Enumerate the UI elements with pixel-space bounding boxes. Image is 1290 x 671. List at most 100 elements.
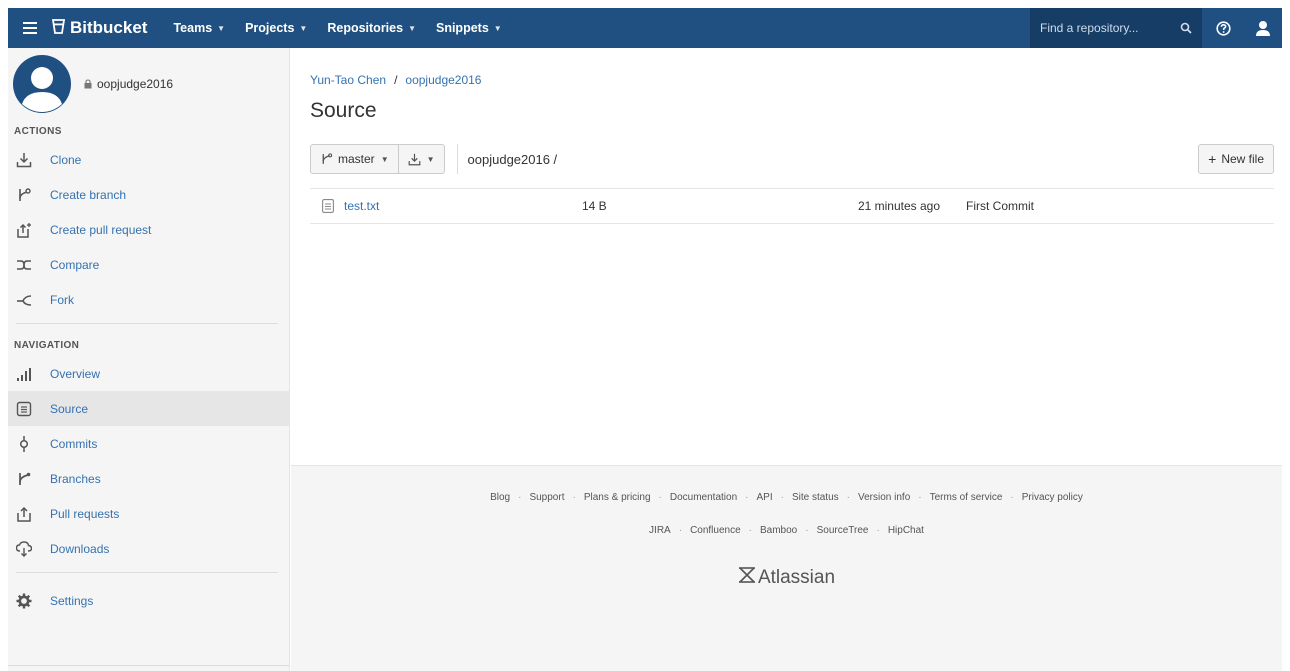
footer-link-api[interactable]: API xyxy=(756,492,772,503)
download-button[interactable]: ▼ xyxy=(398,144,445,174)
file-modified-date: 21 minutes ago xyxy=(857,199,940,213)
repo-header: oopjudge2016 xyxy=(8,48,289,120)
actions-heading: ACTIONS xyxy=(14,125,62,137)
footer-separator: · xyxy=(745,492,749,503)
footer-link-jira[interactable]: JIRA xyxy=(649,525,671,536)
breadcrumb-owner-link[interactable]: Yun-Tao Chen xyxy=(310,73,386,87)
footer-link-sourcetree[interactable]: SourceTree xyxy=(817,525,869,536)
commits-icon xyxy=(14,434,34,454)
branch-selector-button[interactable]: master ▼ xyxy=(310,144,399,174)
file-name-link[interactable]: test.txt xyxy=(344,199,379,213)
footer-link-bamboo[interactable]: Bamboo xyxy=(760,525,797,536)
footer-product-links: JIRA · Confluence · Bamboo · SourceTree · Hi… xyxy=(291,525,1282,536)
clone-icon xyxy=(14,150,34,170)
sidebar-item-label: Pull requests xyxy=(50,506,120,521)
footer-separator: · xyxy=(918,492,922,503)
sidebar-item-overview[interactable]: Overview xyxy=(8,356,289,391)
repo-avatar[interactable] xyxy=(12,54,72,114)
search-icon[interactable] xyxy=(1180,22,1192,34)
pull-request-icon xyxy=(14,220,34,240)
sidebar-item-clone[interactable]: Clone xyxy=(8,142,289,177)
branch-download-group: master ▼ ▼ xyxy=(310,144,445,174)
sidebar-item-settings[interactable]: Settings xyxy=(8,583,289,618)
source-icon xyxy=(14,399,34,419)
table-row: test.txt 14 B 21 minutes ago First Commi… xyxy=(310,189,1274,223)
footer-separator: · xyxy=(658,492,662,503)
footer-link-plans-pricing[interactable]: Plans & pricing xyxy=(584,492,651,503)
branch-icon xyxy=(322,153,333,164)
footer-link-version-info[interactable]: Version info xyxy=(858,492,910,503)
sidebar-item-branches[interactable]: Branches xyxy=(8,461,289,496)
footer-link-blog[interactable]: Blog xyxy=(490,492,510,503)
gear-icon xyxy=(14,591,34,611)
logo-text: Bitbucket xyxy=(70,18,148,37)
navigation-heading: NAVIGATION xyxy=(14,339,80,351)
nav-teams-label: Teams xyxy=(173,21,213,35)
branches-icon xyxy=(14,469,34,489)
breadcrumb-repo-link[interactable]: oopjudge2016 xyxy=(405,73,481,87)
sidebar-item-pull-requests[interactable]: Pull requests xyxy=(8,496,289,531)
nav-repositories-label: Repositories xyxy=(327,21,404,35)
sidebar-item-downloads[interactable]: Downloads xyxy=(8,531,289,566)
footer-link-hipchat[interactable]: HipChat xyxy=(888,525,924,536)
downloads-icon xyxy=(14,539,34,559)
sidebar-item-compare[interactable]: Compare xyxy=(8,247,289,282)
file-name-cell[interactable]: test.txt xyxy=(310,199,582,213)
nav-repositories[interactable]: Repositories ▼ xyxy=(327,21,416,35)
toolbar-divider xyxy=(456,144,458,174)
sidebar-item-commits[interactable]: Commits xyxy=(8,426,289,461)
overview-icon xyxy=(14,364,34,384)
new-file-button[interactable]: + New file xyxy=(1198,144,1274,174)
footer-link-confluence[interactable]: Confluence xyxy=(690,525,741,536)
plus-icon: + xyxy=(1208,151,1217,167)
help-icon[interactable] xyxy=(1202,20,1244,36)
sidebar-item-label: Branches xyxy=(50,471,101,486)
search-placeholder: Find a repository... xyxy=(1040,21,1139,35)
sidebar-item-create-pull-request[interactable]: Create pull request xyxy=(8,212,289,247)
footer-separator: · xyxy=(780,492,784,503)
menu-icon[interactable] xyxy=(8,8,52,48)
footer-link-privacy[interactable]: Privacy policy xyxy=(1022,492,1083,503)
footer-link-terms[interactable]: Terms of service xyxy=(930,492,1003,503)
nav-snippets-label: Snippets xyxy=(435,21,489,35)
sidebar-item-create-branch[interactable]: Create branch xyxy=(8,177,289,212)
footer-links: Blog · Support · Plans & pricing · Document… xyxy=(291,492,1282,503)
sidebar-item-label: Downloads xyxy=(50,541,110,556)
sidebar-item-label: Create branch xyxy=(50,187,127,202)
footer: Blog · Support · Plans & pricing · Document… xyxy=(291,465,1282,671)
sidebar-item-label: Commits xyxy=(50,436,98,451)
branch-icon xyxy=(14,185,34,205)
user-avatar-icon[interactable] xyxy=(1244,20,1282,36)
atlassian-brand-text: Atlassian xyxy=(757,566,836,588)
new-file-label: New file xyxy=(1221,152,1264,166)
footer-link-support[interactable]: Support xyxy=(529,492,564,503)
chevron-down-icon: ▼ xyxy=(408,23,416,33)
breadcrumb-separator: / xyxy=(394,73,398,87)
repo-name-label: oopjudge2016 xyxy=(97,77,174,91)
chevron-down-icon: ▼ xyxy=(426,154,435,164)
pull-requests-icon xyxy=(14,504,34,524)
footer-link-site-status[interactable]: Site status xyxy=(792,492,839,503)
nav-projects-label: Projects xyxy=(245,21,295,35)
sidebar-item-label: Compare xyxy=(50,257,100,272)
sidebar-item-fork[interactable]: Fork xyxy=(8,282,289,317)
footer-separator: · xyxy=(1010,492,1014,503)
nav-snippets[interactable]: Snippets ▼ xyxy=(436,21,502,35)
footer-separator: · xyxy=(846,492,850,503)
nav-projects[interactable]: Projects ▼ xyxy=(245,21,307,35)
file-table: test.txt 14 B 21 minutes ago First Commi… xyxy=(310,188,1274,224)
compare-icon xyxy=(14,255,34,275)
branch-name: master xyxy=(338,152,375,166)
bitbucket-logo[interactable]: Bitbucket xyxy=(51,18,148,38)
top-navigation-bar: Bitbucket Teams ▼ Projects ▼ Repositories ▼… xyxy=(8,8,1282,48)
sidebar-item-label: Create pull request xyxy=(50,222,152,237)
search-input[interactable]: Find a repository... xyxy=(1030,8,1202,48)
footer-separator: · xyxy=(748,525,752,536)
sidebar-item-label: Settings xyxy=(50,593,94,608)
footer-link-documentation[interactable]: Documentation xyxy=(670,492,737,503)
fork-icon xyxy=(14,290,34,310)
sidebar-item-source[interactable]: Source xyxy=(8,391,289,426)
repo-name[interactable]: oopjudge2016 xyxy=(84,77,173,91)
atlassian-logo[interactable]: Atlassian xyxy=(291,566,1282,589)
nav-teams[interactable]: Teams ▼ xyxy=(173,21,225,35)
